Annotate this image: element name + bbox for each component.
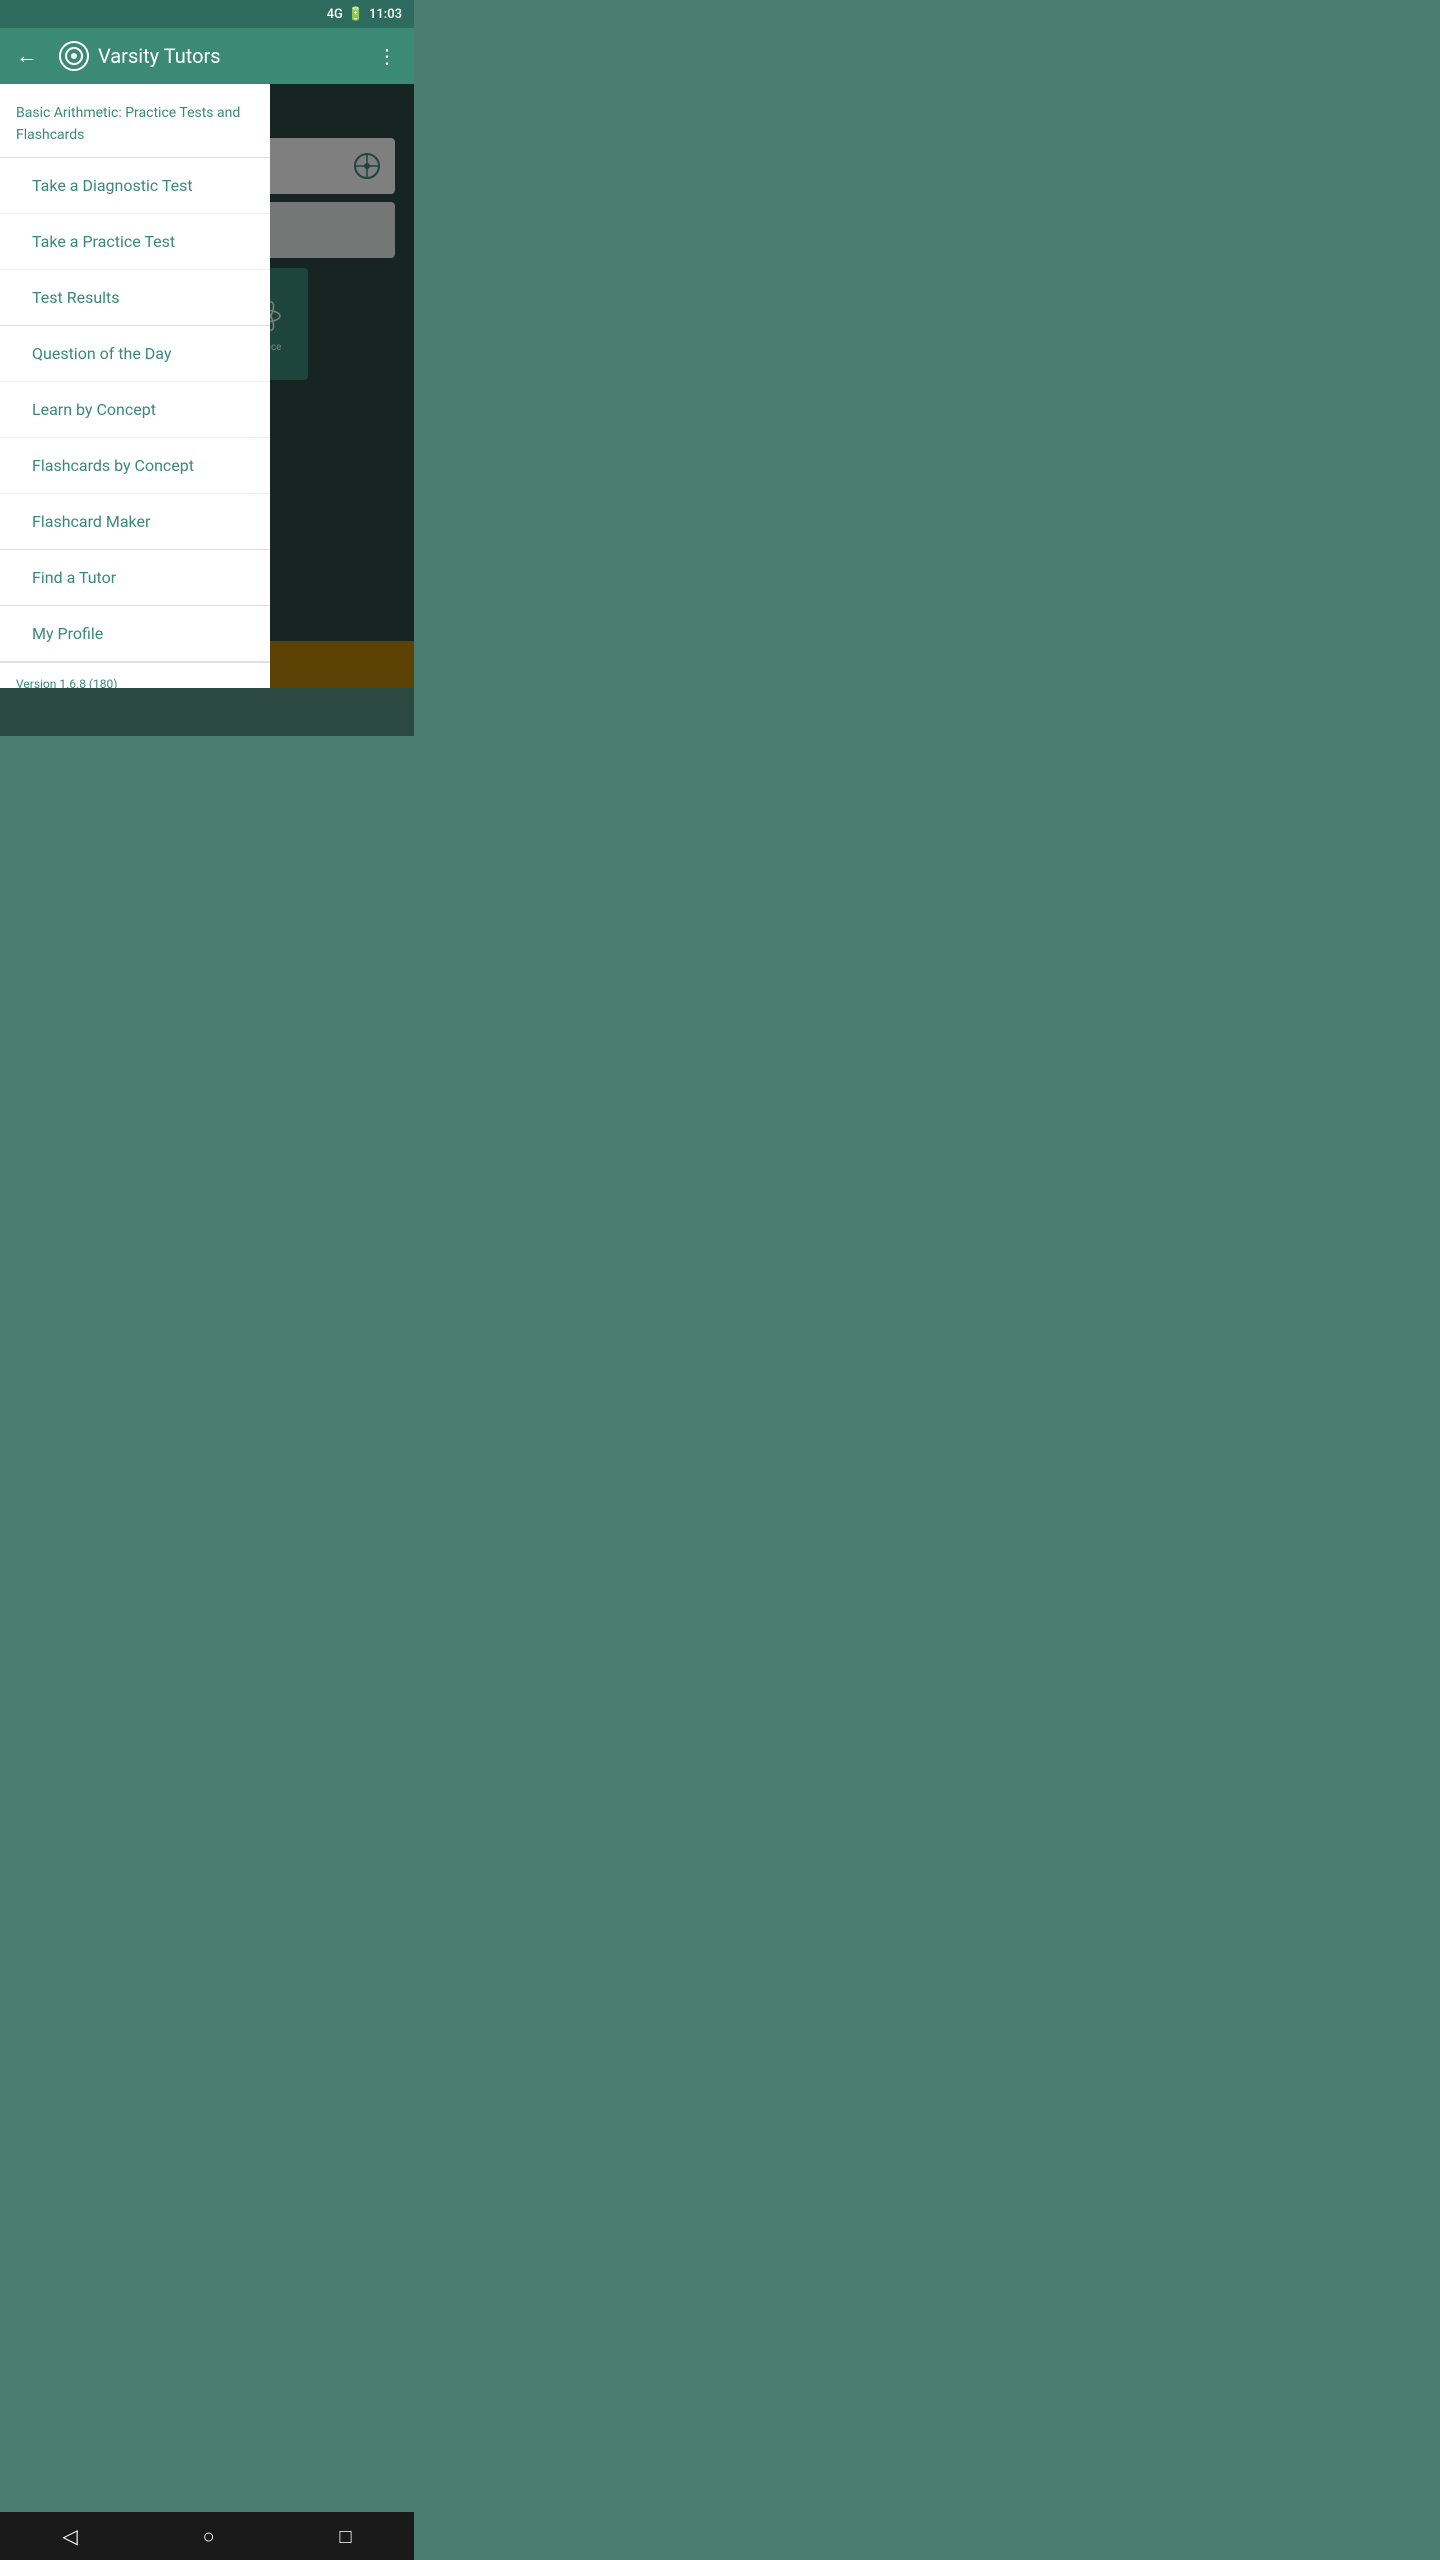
app-logo xyxy=(58,40,90,72)
app-bar: ← Varsity Tutors ⋮ xyxy=(0,28,414,84)
drawer-item-practice-test[interactable]: Take a Practice Test xyxy=(0,214,270,270)
nav-recent-button[interactable]: □ xyxy=(315,2516,375,2557)
time-display: 11:03 xyxy=(369,7,402,22)
app-title: Varsity Tutors xyxy=(98,44,361,68)
back-button[interactable]: ← xyxy=(8,35,46,77)
status-icons: 4G 🔋 11:03 xyxy=(327,7,402,22)
drawer-item-flashcard-maker[interactable]: Flashcard Maker xyxy=(0,494,270,549)
more-options-button[interactable]: ⋮ xyxy=(369,36,406,76)
drawer-item-question-of-day[interactable]: Question of the Day xyxy=(0,326,270,382)
drawer-item-learn-by-concept[interactable]: Learn by Concept xyxy=(0,382,270,438)
drawer-item-diagnostic-test[interactable]: Take a Diagnostic Test xyxy=(0,158,270,214)
drawer-item-test-results[interactable]: Test Results xyxy=(0,270,270,325)
drawer-item-find-tutor[interactable]: Find a Tutor xyxy=(0,550,270,605)
drawer-overlay[interactable] xyxy=(270,84,414,688)
nav-home-button[interactable]: ○ xyxy=(179,2516,239,2557)
battery-icon: 🔋 xyxy=(348,7,364,22)
drawer-footer: Version 1.6.8 (180) xyxy=(0,662,270,688)
drawer-item-my-profile[interactable]: My Profile xyxy=(0,606,270,661)
drawer-section-tests: Take a Diagnostic Test Take a Practice T… xyxy=(0,158,270,326)
version-text: Version 1.6.8 (180) xyxy=(16,677,117,688)
drawer-section-profile: My Profile xyxy=(0,606,270,662)
signal-indicator: 4G xyxy=(327,7,343,22)
status-bar: 4G 🔋 11:03 xyxy=(0,0,414,28)
nav-back-button[interactable]: ◁ xyxy=(38,2516,101,2556)
drawer-header: Basic Arithmetic: Practice Tests and Fla… xyxy=(0,84,270,158)
drawer-section-tutor: Find a Tutor xyxy=(0,550,270,606)
navigation-drawer: Basic Arithmetic: Practice Tests and Fla… xyxy=(0,84,270,688)
drawer-item-flashcards-by-concept[interactable]: Flashcards by Concept xyxy=(0,438,270,494)
drawer-section-study: Question of the Day Learn by Concept Fla… xyxy=(0,326,270,550)
bottom-navigation-bar: ◁ ○ □ xyxy=(0,2512,414,2560)
drawer-header-text: Basic Arithmetic: Practice Tests and Fla… xyxy=(16,105,240,143)
